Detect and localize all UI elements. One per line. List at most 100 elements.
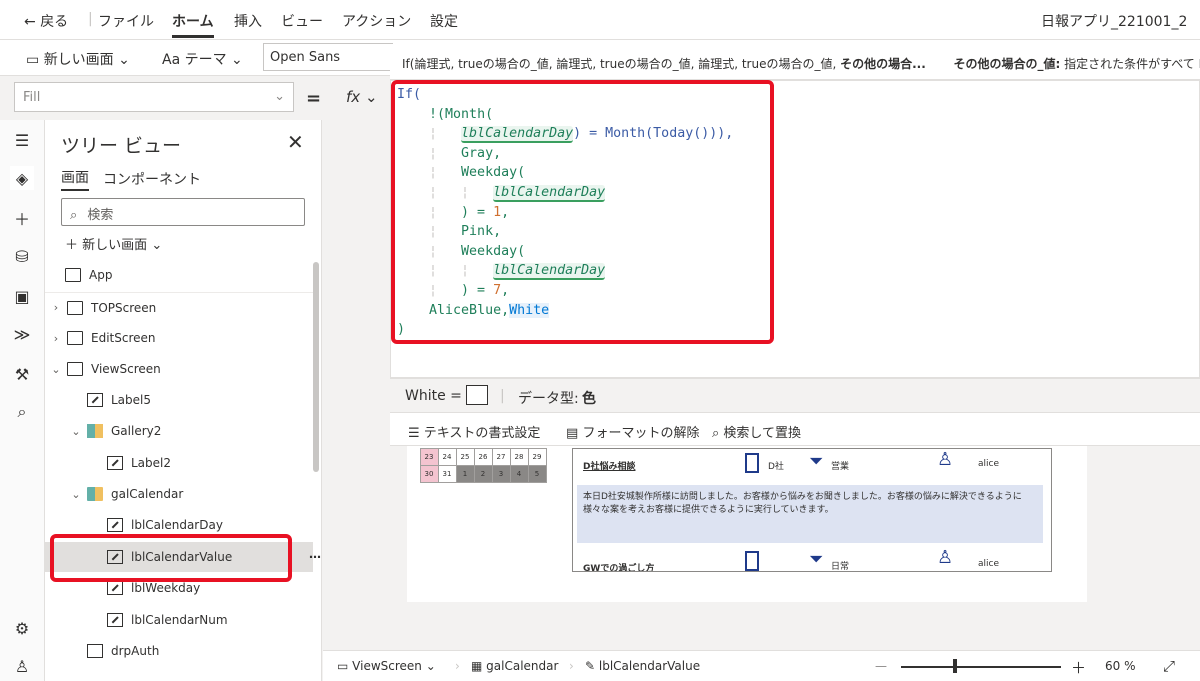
close-icon[interactable]: ✕: [287, 130, 304, 154]
menu-home-underline: [172, 35, 214, 38]
menu-insert[interactable]: 挿入: [234, 11, 262, 31]
tree-item-label: lblWeekday: [131, 581, 201, 595]
calendar-cell[interactable]: 23: [419, 447, 439, 466]
menu-home[interactable]: ホーム: [172, 11, 214, 31]
calendar-cell[interactable]: 1: [455, 464, 475, 483]
tree-item-drpauth[interactable]: drpAuth: [45, 636, 313, 666]
gallery-icon: [87, 424, 103, 438]
card-type: 営業: [831, 462, 850, 472]
funnel-icon: ⏷: [809, 549, 824, 570]
calendar-row: 30 31 1 2 3 4 5: [419, 464, 547, 483]
new-screen-button[interactable]: ▭ 新しい画面 ⌄: [26, 49, 130, 69]
tree-item-label: TOPScreen: [91, 300, 157, 315]
find-replace-button[interactable]: ⌕ 検索して置換: [712, 422, 801, 441]
search-placeholder: 検索: [87, 208, 114, 223]
database-icon[interactable]: ⛁: [10, 244, 34, 268]
calendar-cell[interactable]: 28: [509, 447, 529, 466]
calendar-cell[interactable]: 5: [527, 464, 547, 483]
theme-button[interactable]: Aa テーマ ⌄: [162, 49, 243, 69]
calendar-cell[interactable]: 26: [473, 447, 493, 466]
tree-item-label5[interactable]: Label5: [45, 385, 313, 415]
zoom-in-button[interactable]: ＋: [1071, 657, 1086, 678]
calendar-grid: 23 24 25 26 27 28 29 30 31 1 2 3 4 5: [419, 447, 547, 483]
zoom-slider-thumb[interactable]: [953, 659, 957, 673]
tab-screens[interactable]: 画面: [61, 167, 89, 191]
calendar-cell[interactable]: 2: [473, 464, 493, 483]
hint-param-name: その他の場合の_値:: [953, 57, 1061, 71]
card-title[interactable]: GWでの過ごし方: [583, 561, 654, 571]
fx-button[interactable]: fx ⌄: [346, 88, 378, 106]
card-type: 日常: [831, 562, 850, 572]
more-options-icon[interactable]: ⋯: [309, 550, 321, 564]
card-title[interactable]: D社悩み相談: [583, 459, 635, 472]
remove-format-button[interactable]: ▤ フォーマットの解除: [566, 422, 699, 441]
menu-file[interactable]: ファイル: [98, 11, 154, 31]
color-swatch: [466, 385, 488, 405]
tree-scrollbar[interactable]: [313, 262, 319, 472]
tree-item-galcalendar[interactable]: ⌄ galCalendar: [45, 479, 313, 509]
person-icon: ♙: [937, 547, 954, 568]
label-icon: [107, 613, 123, 627]
breadcrumb-screen-label: ViewScreen: [352, 659, 422, 673]
tree-search-input[interactable]: ⌕ 検索: [61, 198, 305, 226]
screen-icon: ▭: [337, 659, 349, 673]
zoom-slider[interactable]: [901, 666, 1061, 668]
breadcrumb-control[interactable]: ✎ lblCalendarValue: [585, 659, 700, 673]
app-screen-preview: 23 24 25 26 27 28 29 30 31 1 2 3 4 5 D社悩…: [407, 446, 1087, 602]
text-format-button[interactable]: ☰ テキストの書式設定: [408, 422, 540, 441]
new-screen-label: 新しい画面: [43, 52, 114, 68]
layers-icon[interactable]: ◈: [10, 166, 34, 190]
tree-new-screen-button[interactable]: ＋ 新しい画面 ⌄: [65, 234, 162, 253]
breadcrumb-gallery-label: galCalendar: [486, 659, 559, 673]
breadcrumb-screen[interactable]: ▭ ViewScreen ⌄: [337, 659, 436, 673]
left-rail: ☰ ◈ ＋ ⛁ ▣ ≫ ⚒ ⌕ ⚙ ♙: [0, 120, 45, 681]
tab-components[interactable]: コンポーネント: [103, 169, 201, 189]
tree-item-label: lblCalendarNum: [131, 613, 228, 627]
chevron-down-icon: ⌄: [71, 487, 81, 501]
tree-item-gallery2[interactable]: ⌄ Gallery2: [45, 416, 313, 446]
hamburger-icon[interactable]: ☰: [10, 128, 34, 152]
find-replace-label: 検索して置換: [723, 426, 802, 441]
calendar-cell[interactable]: 31: [437, 464, 457, 483]
settings-gear-icon[interactable]: ⚙: [10, 616, 34, 640]
power-automate-icon[interactable]: ≫: [10, 322, 34, 346]
font-select[interactable]: Open Sans: [263, 43, 393, 71]
menu-action[interactable]: アクション: [342, 11, 411, 31]
tree-item-app[interactable]: App: [45, 260, 313, 290]
tree-tabs: 画面 コンポーネント: [61, 167, 201, 191]
hint-param-desc: 指定された条件がすべて Fa: [1064, 57, 1200, 71]
calendar-cell[interactable]: 24: [437, 447, 457, 466]
calendar-cell[interactable]: 25: [455, 447, 475, 466]
calendar-cell[interactable]: 3: [491, 464, 511, 483]
plus-icon[interactable]: ＋: [10, 206, 34, 230]
building-icon: [745, 551, 759, 571]
fx-icon: fx: [346, 88, 361, 106]
media-icon[interactable]: ▣: [10, 284, 34, 308]
calendar-cell[interactable]: 29: [527, 447, 547, 466]
back-button[interactable]: ← 戻る: [24, 11, 68, 31]
text-format-icon: ☰: [408, 426, 420, 441]
zoom-level: 60 %: [1105, 659, 1136, 673]
dropdown-icon: [87, 644, 103, 658]
calendar-cell[interactable]: 30: [419, 464, 439, 483]
tree-item-label2[interactable]: Label2: [45, 448, 313, 478]
result-type-value: 色: [582, 391, 596, 407]
breadcrumb-gallery[interactable]: ▦ galCalendar: [471, 659, 558, 673]
zoom-out-button[interactable]: —: [875, 659, 887, 673]
tree-item-topscreen[interactable]: › TOPScreen: [45, 292, 313, 322]
tree-item-editscreen[interactable]: › EditScreen: [45, 323, 313, 353]
tree-item-viewscreen[interactable]: ⌄ ViewScreen: [45, 354, 313, 384]
menu-view[interactable]: ビュー: [281, 11, 323, 31]
screen-icon: [67, 300, 83, 315]
calendar-cell[interactable]: 4: [509, 464, 529, 483]
fit-to-window-icon[interactable]: ⤢: [1163, 657, 1175, 675]
virtual-agent-icon[interactable]: ♙: [10, 654, 34, 678]
menu-settings[interactable]: 設定: [430, 11, 458, 31]
tree-item-lblcalendarnum[interactable]: lblCalendarNum: [45, 605, 313, 635]
property-select[interactable]: Fill ⌄: [14, 82, 294, 112]
formula-format-strip: ☰ テキストの書式設定 ▤ フォーマットの解除 ⌕ 検索して置換: [390, 412, 1200, 446]
theme-label: テーマ: [184, 52, 227, 68]
search-icon[interactable]: ⌕: [10, 400, 34, 424]
tools-icon[interactable]: ⚒: [10, 362, 34, 386]
calendar-cell[interactable]: 27: [491, 447, 511, 466]
